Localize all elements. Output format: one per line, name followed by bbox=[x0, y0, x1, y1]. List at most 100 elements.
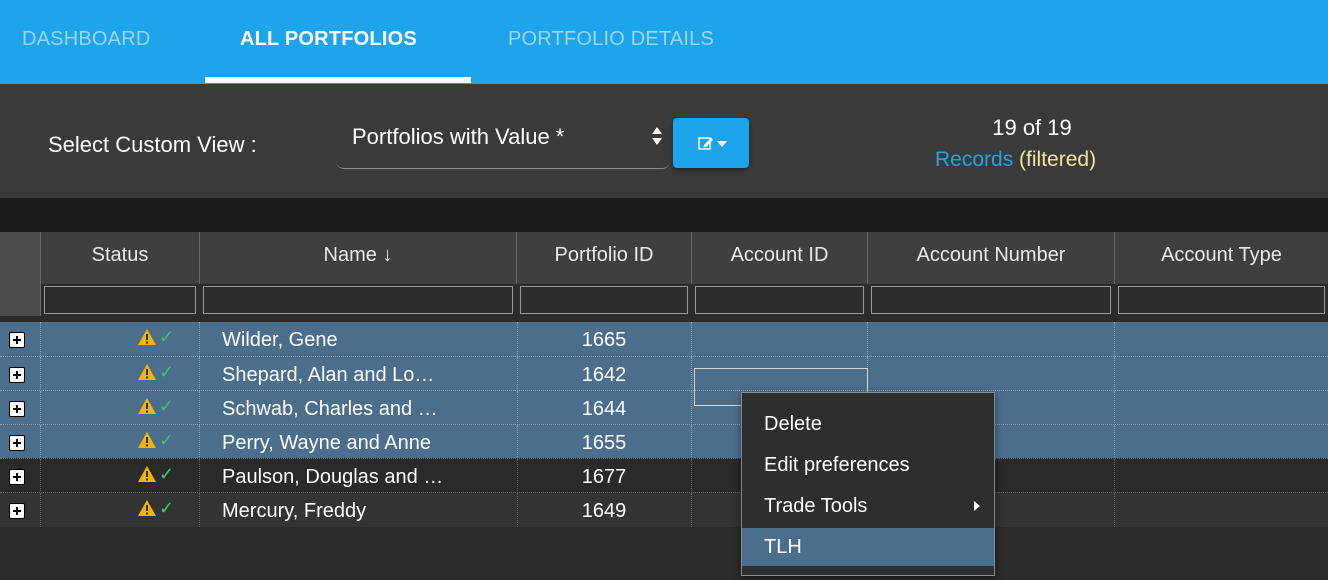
table-row[interactable]: ✓ Perry, Wayne and Anne 1655 bbox=[0, 424, 1328, 459]
column-header-status[interactable]: Status bbox=[41, 232, 200, 314]
tab-portfolio-details[interactable]: PORTFOLIO DETAILS bbox=[508, 28, 714, 51]
portfolio-name: Wilder, Gene bbox=[222, 329, 338, 351]
column-header-name[interactable]: Name ↓ bbox=[200, 232, 517, 314]
account-type-cell bbox=[1115, 391, 1328, 425]
check-icon: ✓ bbox=[159, 396, 175, 416]
account-type-filter-input[interactable] bbox=[1118, 286, 1325, 314]
account-id-cell bbox=[692, 322, 868, 356]
portfolio-id: 1644 bbox=[581, 398, 627, 420]
status-cell: ✓ bbox=[41, 391, 200, 425]
status-cell: ✓ bbox=[41, 493, 200, 527]
portfolio-name: Paulson, Douglas and … bbox=[222, 466, 444, 488]
column-header-account-type[interactable]: Account Type bbox=[1115, 232, 1328, 314]
column-header-label: Account ID bbox=[730, 244, 829, 266]
submenu-arrow-icon bbox=[974, 501, 980, 511]
account-number-filter-input[interactable] bbox=[871, 286, 1111, 314]
menu-item-edit-preferences[interactable]: Edit preferences bbox=[742, 446, 994, 484]
column-header-label: Name ↓ bbox=[323, 244, 393, 266]
context-menu: Delete Edit preferences Trade Tools TLH bbox=[741, 392, 995, 576]
table-row[interactable]: ✓ Shepard, Alan and Lo… 1642 bbox=[0, 356, 1328, 391]
menu-item-tlh[interactable]: TLH bbox=[742, 528, 994, 566]
expand-icon[interactable] bbox=[9, 469, 25, 485]
warning-icon bbox=[138, 500, 156, 516]
table-row[interactable]: ✓ Wilder, Gene 1665 bbox=[0, 322, 1328, 356]
menu-item-label: Delete bbox=[764, 413, 822, 435]
portfolio-grid: Status Name ↓ Portfolio ID Account ID Ac… bbox=[0, 232, 1328, 580]
account-type-cell bbox=[1115, 357, 1328, 391]
portfolio-name: Shepard, Alan and Lo… bbox=[222, 364, 435, 386]
status-cell: ✓ bbox=[41, 425, 200, 459]
separator-band bbox=[0, 198, 1328, 232]
column-header-label: Account Type bbox=[1161, 244, 1282, 266]
status-cell: ✓ bbox=[41, 357, 200, 391]
column-header-label: Status bbox=[91, 244, 149, 266]
row-expander-cell bbox=[0, 459, 41, 493]
column-header-label: Portfolio ID bbox=[554, 244, 654, 266]
records-status: Records (filtered) bbox=[935, 148, 1096, 172]
column-header-account-number[interactable]: Account Number bbox=[868, 232, 1115, 314]
active-tab-indicator bbox=[205, 77, 471, 83]
portfolio-name: Mercury, Freddy bbox=[222, 500, 367, 522]
column-header-account-id[interactable]: Account ID bbox=[692, 232, 868, 314]
caret-down-icon bbox=[717, 141, 727, 147]
check-icon: ✓ bbox=[159, 362, 175, 382]
warning-icon bbox=[138, 398, 156, 414]
expand-icon[interactable] bbox=[9, 332, 25, 348]
expand-icon[interactable] bbox=[9, 435, 25, 451]
records-filter-label: (filtered) bbox=[1019, 148, 1097, 171]
column-header-portfolio-id[interactable]: Portfolio ID bbox=[517, 232, 692, 314]
tab-dashboard[interactable]: DASHBOARD bbox=[22, 28, 151, 51]
check-icon: ✓ bbox=[159, 327, 175, 347]
check-icon: ✓ bbox=[159, 430, 175, 450]
row-header-column bbox=[0, 232, 41, 316]
table-row[interactable]: ✓ Schwab, Charles and … 1644 bbox=[0, 390, 1328, 425]
account-type-cell bbox=[1115, 493, 1328, 527]
account-type-cell bbox=[1115, 425, 1328, 459]
portfolio-id-filter-input[interactable] bbox=[520, 286, 688, 314]
portfolio-name: Schwab, Charles and … bbox=[222, 398, 438, 420]
column-header-label: Account Number bbox=[916, 244, 1066, 266]
row-expander-cell bbox=[0, 391, 41, 425]
portfolio-name: Perry, Wayne and Anne bbox=[222, 432, 432, 454]
table-row[interactable]: ✓ Paulson, Douglas and … 1677 bbox=[0, 458, 1328, 493]
portfolio-id: 1649 bbox=[581, 500, 627, 522]
records-count: 19 of 19 bbox=[992, 115, 1072, 140]
account-type-cell bbox=[1115, 459, 1328, 493]
status-cell: ✓ bbox=[41, 322, 200, 356]
account-type-cell bbox=[1115, 322, 1328, 356]
expand-icon[interactable] bbox=[9, 503, 25, 519]
warning-icon bbox=[138, 329, 156, 345]
edit-view-button[interactable] bbox=[673, 118, 749, 168]
menu-item-delete[interactable]: Delete bbox=[742, 405, 994, 443]
portfolio-id: 1677 bbox=[581, 466, 627, 488]
warning-icon bbox=[138, 432, 156, 448]
name-filter-input[interactable] bbox=[203, 286, 513, 314]
warning-icon bbox=[138, 466, 156, 482]
row-expander-cell bbox=[0, 322, 41, 356]
check-icon: ✓ bbox=[159, 498, 175, 518]
check-icon: ✓ bbox=[159, 464, 175, 484]
portfolio-id: 1642 bbox=[581, 364, 627, 386]
custom-view-value[interactable]: Portfolios with Value * bbox=[352, 124, 564, 150]
row-expander-cell bbox=[0, 493, 41, 527]
expand-icon[interactable] bbox=[9, 401, 25, 417]
account-number-cell bbox=[868, 322, 1115, 356]
edit-icon bbox=[698, 137, 713, 150]
status-cell: ✓ bbox=[41, 459, 200, 493]
sort-arrows-icon bbox=[652, 127, 662, 145]
tab-all-portfolios[interactable]: ALL PORTFOLIOS bbox=[240, 28, 417, 51]
portfolio-id: 1655 bbox=[581, 432, 627, 454]
menu-item-label: Edit preferences bbox=[764, 454, 910, 476]
custom-view-label: Select Custom View : bbox=[48, 132, 257, 157]
menu-item-label: Trade Tools bbox=[764, 495, 868, 517]
expand-icon[interactable] bbox=[9, 367, 25, 383]
top-nav: DASHBOARD ALL PORTFOLIOS PORTFOLIO DETAI… bbox=[0, 0, 1328, 84]
menu-item-label: TLH bbox=[764, 536, 802, 558]
account-id-filter-input[interactable] bbox=[695, 286, 864, 314]
table-row[interactable]: ✓ Mercury, Freddy 1649 bbox=[0, 492, 1328, 527]
status-filter-input[interactable] bbox=[44, 286, 196, 314]
portfolio-id: 1665 bbox=[581, 329, 627, 351]
warning-icon bbox=[138, 364, 156, 380]
records-link[interactable]: Records bbox=[935, 148, 1013, 171]
menu-item-trade-tools[interactable]: Trade Tools bbox=[742, 487, 994, 525]
